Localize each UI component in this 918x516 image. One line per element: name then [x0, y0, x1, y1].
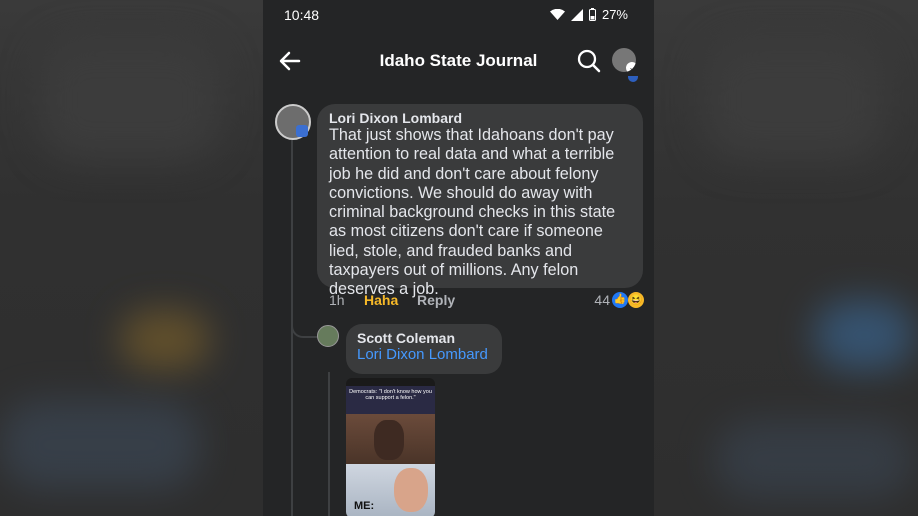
status-time: 10:48	[284, 7, 320, 23]
badge-icon	[296, 125, 308, 137]
comment-bubble[interactable]: Lori Dixon Lombard That just shows that …	[317, 104, 643, 298]
meme-face-top	[374, 420, 404, 460]
haha-reaction-icon: 😆	[628, 292, 644, 308]
reaction-count[interactable]: 44	[594, 292, 610, 308]
reply-button[interactable]: Reply	[417, 292, 455, 308]
like-reaction-icon: 👍	[612, 292, 628, 308]
comment-time: 1h	[329, 292, 345, 308]
reply-author-avatar[interactable]	[317, 325, 339, 347]
haha-button[interactable]: Haha	[364, 292, 398, 308]
comment-actions: 1h Haha Reply 44 👍 😆	[329, 292, 644, 312]
wifi-icon	[549, 8, 565, 20]
profile-avatar[interactable]: ⌄	[612, 48, 636, 72]
battery-percentage: 27%	[601, 7, 628, 22]
comment-author[interactable]: Lori Dixon Lombard	[329, 110, 631, 126]
reply-bubble[interactable]: Scott Coleman Lori Dixon Lombard	[346, 324, 502, 374]
phone-screen: 10:48 27% Idaho State Journal ⌄ Lori Dix…	[263, 0, 654, 516]
page-header: Idaho State Journal ⌄	[263, 40, 654, 84]
meme-caption: Democrats: "I don't know how you can sup…	[346, 386, 435, 414]
meme-label: ME:	[354, 500, 375, 512]
reply-author[interactable]: Scott Coleman	[357, 330, 491, 346]
status-bar: 10:48 27%	[263, 0, 654, 30]
meme-image[interactable]: Democrats: "I don't know how you can sup…	[346, 378, 435, 516]
thread-connector	[291, 300, 317, 338]
battery-icon	[588, 8, 596, 21]
reply-thread-line	[328, 372, 330, 516]
comment-text: That just shows that Idahoans don't pay …	[329, 126, 616, 299]
search-icon[interactable]	[576, 48, 602, 74]
chevron-down-icon: ⌄	[626, 62, 636, 72]
meme-face-bottom	[394, 468, 428, 512]
blurred-background-right	[654, 0, 918, 516]
reply-mention[interactable]: Lori Dixon Lombard	[357, 346, 491, 363]
cell-signal-icon	[570, 8, 583, 21]
blurred-background-left	[0, 0, 263, 516]
